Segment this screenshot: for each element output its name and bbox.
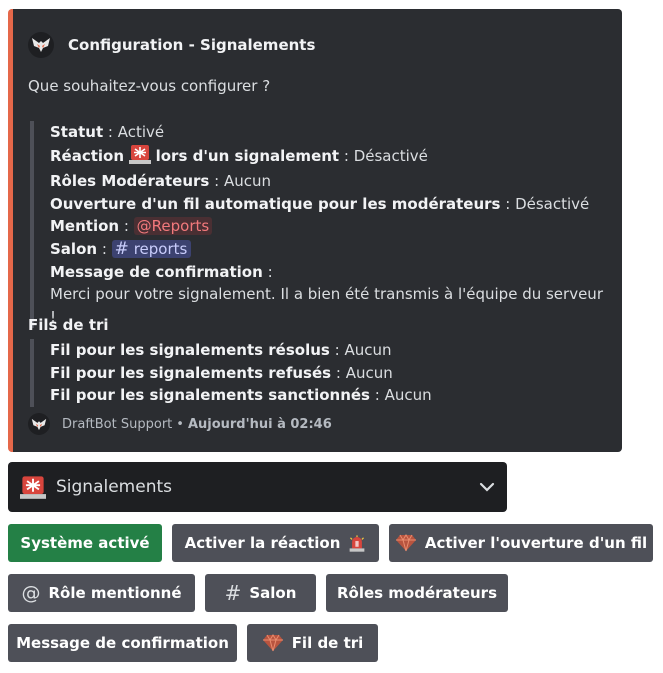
gem-icon <box>395 534 417 552</box>
embed-card: Configuration - Signalements Que souhait… <box>8 9 622 452</box>
field-confirm-label: Message de confirmation : <box>50 262 273 281</box>
embed-footer: DraftBot Support • Aujourd'hui à 02:46 <box>28 413 332 435</box>
gem-icon <box>262 634 284 652</box>
siren-icon <box>20 474 46 500</box>
field-thread: Ouverture d'un fil automatique pour les … <box>50 194 590 213</box>
embed-author-name: Configuration - Signalements <box>68 36 316 54</box>
field-roles: Rôles Modérateurs : Aucun <box>50 172 271 191</box>
embed-description: Que souhaitez-vous configurer ? <box>28 77 271 95</box>
sort-section-title: Fils de tri <box>28 316 109 334</box>
sort-quote: Fil pour les signalements résolus : Aucu… <box>30 339 432 407</box>
chevron-down-icon <box>479 482 495 492</box>
moderator-roles-button[interactable]: Rôles modérateurs <box>326 574 508 612</box>
draftbot-logo-icon <box>28 413 50 435</box>
mentioned-role-button[interactable]: @ Rôle mentionné <box>8 574 195 612</box>
select-value: Signalements <box>56 477 172 497</box>
field-confirm-value: Merci pour votre signalement. Il a bien … <box>50 285 603 326</box>
siren-icon <box>128 144 151 171</box>
activate-reaction-button[interactable]: Activer la réaction <box>172 524 379 562</box>
signalements-select[interactable]: Signalements <box>8 462 507 512</box>
footer-name: DraftBot Support <box>62 416 173 432</box>
channel-mention[interactable]: # reports <box>111 238 192 259</box>
field-resolved: Fil pour les signalements résolus : Aucu… <box>50 341 392 359</box>
system-activated-button[interactable]: Système activé <box>8 524 162 562</box>
config-quote: Statut : Activé Réaction lors d'un signa… <box>30 121 612 329</box>
hash-icon: # <box>224 581 242 605</box>
hash-icon: # <box>114 238 129 259</box>
role-mention[interactable]: @Reports <box>133 217 213 236</box>
draftbot-logo-icon <box>28 32 54 58</box>
footer-separator: • <box>176 416 184 432</box>
siren-icon <box>348 534 366 552</box>
field-refused: Fil pour les signalements refusés : Aucu… <box>50 363 393 382</box>
at-icon: @ <box>21 582 41 604</box>
activate-thread-button[interactable]: Activer l'ouverture d'un fil <box>389 524 653 562</box>
salon-button[interactable]: # Salon <box>205 574 316 612</box>
field-salon: Salon : # reports <box>50 238 612 261</box>
field-statut: Statut : Activé <box>50 123 165 141</box>
field-mention: Mention : @Reports <box>50 215 612 238</box>
field-reaction: Réaction lors d'un signalement : Désacti… <box>50 144 612 171</box>
sort-thread-button[interactable]: Fil de tri <box>247 624 378 662</box>
embed-author: Configuration - Signalements <box>28 32 315 58</box>
confirmation-message-button[interactable]: Message de confirmation <box>8 624 237 662</box>
footer-time: Aujourd'hui à 02:46 <box>187 416 332 432</box>
field-sanctioned: Fil pour les signalements sanctionnés : … <box>50 386 432 405</box>
